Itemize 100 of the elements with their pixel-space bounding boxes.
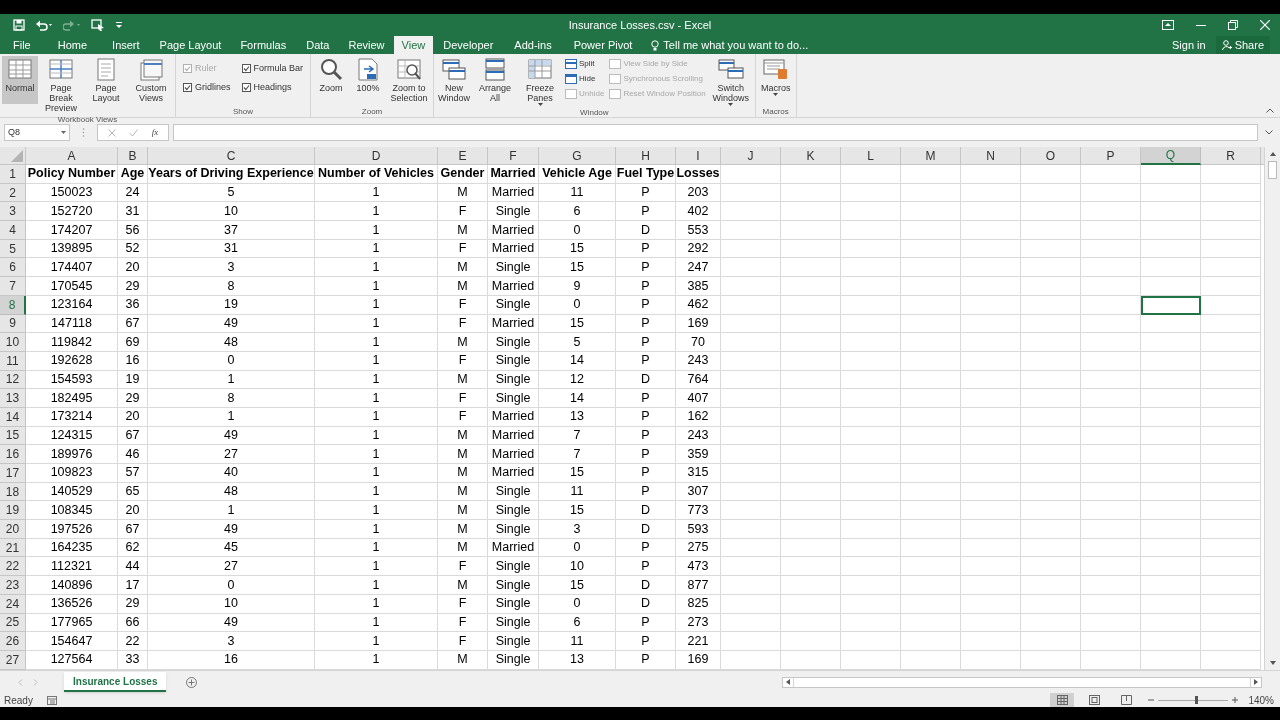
empty-cell[interactable]	[901, 613, 961, 633]
select-all-button[interactable]	[0, 147, 26, 165]
empty-cell[interactable]	[721, 314, 781, 334]
empty-cell[interactable]	[901, 389, 961, 408]
ribbon-tab[interactable]: Review	[339, 36, 394, 54]
empty-cell[interactable]	[781, 426, 841, 446]
empty-cell[interactable]	[841, 613, 901, 633]
empty-cell[interactable]	[1201, 239, 1261, 259]
ribbon-button[interactable]: Custom Views	[129, 56, 173, 104]
empty-cell[interactable]	[841, 501, 901, 521]
empty-cell[interactable]	[841, 239, 901, 259]
empty-cell[interactable]	[781, 501, 841, 521]
empty-cell[interactable]	[1141, 538, 1201, 558]
empty-cell[interactable]	[961, 426, 1021, 446]
empty-cell[interactable]	[841, 277, 901, 296]
empty-cell[interactable]	[901, 333, 961, 352]
row-header[interactable]: 6	[0, 258, 26, 278]
row-header[interactable]: 23	[0, 576, 26, 595]
empty-cell[interactable]	[1081, 239, 1141, 259]
empty-cell[interactable]	[1141, 333, 1201, 352]
empty-cell[interactable]	[1201, 576, 1261, 595]
empty-cell[interactable]	[841, 538, 901, 558]
ribbon-tab[interactable]: Data	[296, 36, 340, 54]
empty-cell[interactable]	[961, 594, 1021, 614]
empty-cell[interactable]	[781, 482, 841, 502]
ribbon-tab[interactable]: Power Pivot	[562, 36, 644, 54]
macro-recording-icon[interactable]	[46, 695, 57, 705]
empty-cell[interactable]	[1081, 464, 1141, 483]
empty-cell[interactable]	[1141, 258, 1201, 278]
empty-cell[interactable]	[1021, 426, 1081, 446]
empty-cell[interactable]	[961, 576, 1021, 595]
empty-cell[interactable]	[1141, 165, 1201, 184]
empty-cell[interactable]	[1141, 613, 1201, 633]
empty-cell[interactable]	[781, 314, 841, 334]
sign-in-link[interactable]: Sign in	[1168, 36, 1210, 54]
empty-cell[interactable]	[1081, 183, 1141, 203]
column-header[interactable]: Q	[1141, 147, 1201, 165]
column-header[interactable]: R	[1201, 147, 1261, 165]
redo-icon[interactable]	[63, 19, 81, 31]
column-header[interactable]: C	[148, 147, 315, 165]
expand-icon[interactable]	[1265, 130, 1273, 135]
empty-cell[interactable]	[721, 613, 781, 633]
empty-cell[interactable]	[961, 632, 1021, 651]
empty-cell[interactable]	[961, 239, 1021, 259]
empty-cell[interactable]	[1081, 258, 1141, 278]
touch-mode-icon[interactable]	[91, 19, 105, 31]
empty-cell[interactable]	[1201, 221, 1261, 240]
empty-cell[interactable]	[1081, 165, 1141, 184]
next-sheet-icon[interactable]	[33, 678, 38, 686]
insert-function-button[interactable]: fx	[151, 125, 159, 140]
empty-cell[interactable]	[1201, 370, 1261, 390]
ribbon-tab[interactable]: File	[0, 36, 44, 54]
empty-cell[interactable]	[721, 538, 781, 558]
empty-cell[interactable]	[841, 464, 901, 483]
column-header[interactable]: O	[1021, 147, 1081, 165]
empty-cell[interactable]	[721, 445, 781, 464]
empty-cell[interactable]	[721, 277, 781, 296]
empty-cell[interactable]	[1021, 407, 1081, 427]
select-all-icon[interactable]	[11, 150, 23, 162]
empty-cell[interactable]	[961, 650, 1021, 670]
add-sheet-icon[interactable]	[186, 676, 198, 688]
empty-cell[interactable]	[901, 351, 961, 371]
empty-cell[interactable]	[841, 183, 901, 203]
empty-cell[interactable]	[1201, 501, 1261, 521]
empty-cell[interactable]	[901, 314, 961, 334]
empty-cell[interactable]	[781, 613, 841, 633]
empty-cell[interactable]	[781, 165, 841, 184]
empty-cell[interactable]	[721, 221, 781, 240]
empty-cell[interactable]	[901, 538, 961, 558]
empty-cell[interactable]	[1021, 183, 1081, 203]
column-header[interactable]: A	[26, 147, 118, 165]
scroll-thumb[interactable]	[1268, 161, 1277, 179]
column-header[interactable]: H	[616, 147, 676, 165]
empty-cell[interactable]	[781, 295, 841, 315]
empty-cell[interactable]	[901, 576, 961, 595]
empty-cell[interactable]	[781, 520, 841, 539]
empty-cell[interactable]	[1081, 632, 1141, 651]
restore-icon[interactable]	[1228, 20, 1238, 30]
empty-cell[interactable]	[721, 650, 781, 670]
customize-toolbar-icon[interactable]	[115, 20, 123, 30]
empty-cell[interactable]	[901, 165, 961, 184]
empty-cell[interactable]	[1141, 314, 1201, 334]
empty-cell[interactable]	[901, 501, 961, 521]
checkbox[interactable]: Gridlines	[183, 80, 231, 94]
ribbon-tab[interactable]: Page Layout	[150, 36, 231, 54]
empty-cell[interactable]	[841, 202, 901, 222]
empty-cell[interactable]	[1021, 258, 1081, 278]
empty-cell[interactable]	[841, 632, 901, 651]
empty-cell[interactable]	[841, 594, 901, 614]
empty-cell[interactable]	[961, 277, 1021, 296]
ribbon-tab[interactable]: Formulas	[230, 36, 297, 54]
empty-cell[interactable]	[901, 407, 961, 427]
empty-cell[interactable]	[1081, 613, 1141, 633]
ribbon-button[interactable]: Zoom to Selection	[387, 56, 432, 104]
empty-cell[interactable]	[1081, 501, 1141, 521]
empty-cell[interactable]	[961, 258, 1021, 278]
empty-cell[interactable]	[901, 557, 961, 577]
empty-cell[interactable]	[1021, 295, 1081, 315]
empty-cell[interactable]	[901, 426, 961, 446]
collapse-ribbon-icon[interactable]	[1266, 108, 1274, 113]
